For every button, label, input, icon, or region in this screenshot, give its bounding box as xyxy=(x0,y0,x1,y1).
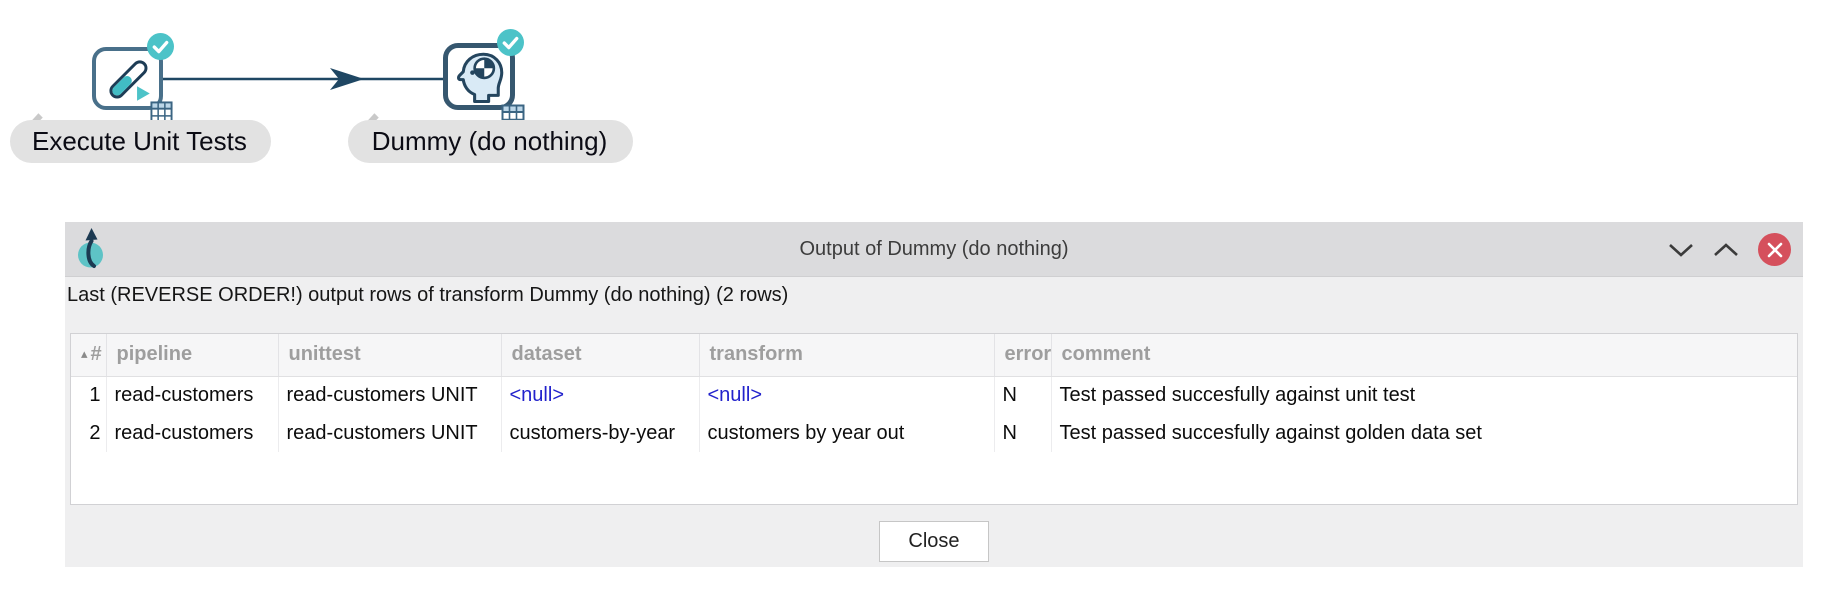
table-row[interactable]: 2 read-customers read-customers UNIT cus… xyxy=(71,414,1797,452)
hop-link-arrow[interactable] xyxy=(163,66,443,92)
close-dialog-button[interactable] xyxy=(1758,233,1791,266)
chevron-down-icon xyxy=(1668,242,1694,258)
close-icon xyxy=(1766,241,1784,259)
output-rows-table: ▴# pipeline unittest dataset transform e… xyxy=(70,333,1798,505)
pipeline-canvas: Execute Unit Tests Dummy (do nothing) xyxy=(0,0,1836,180)
transform-label-text: Dummy (do nothing) xyxy=(372,126,608,157)
sort-asc-icon: ▴ xyxy=(81,346,88,361)
column-header-rownum[interactable]: ▴# xyxy=(71,334,106,376)
cell-error: N xyxy=(994,376,1051,414)
cell-transform: <null> xyxy=(699,376,994,414)
table-header-row: ▴# pipeline unittest dataset transform e… xyxy=(71,334,1797,376)
dummy-head-icon xyxy=(451,49,507,105)
dialog-title: Output of Dummy (do nothing) xyxy=(65,222,1803,277)
cell-comment: Test passed succesfully against unit tes… xyxy=(1051,376,1797,414)
column-header-comment[interactable]: comment xyxy=(1051,334,1797,376)
maximize-button[interactable] xyxy=(1713,242,1739,258)
transform-label-execute-unit-tests[interactable]: Execute Unit Tests xyxy=(10,120,271,163)
transform-label-dummy[interactable]: Dummy (do nothing) xyxy=(348,120,633,163)
success-check-icon xyxy=(147,33,174,60)
cell-rownum: 1 xyxy=(71,376,106,414)
dialog-titlebar[interactable]: Output of Dummy (do nothing) xyxy=(65,222,1803,277)
transform-label-text: Execute Unit Tests xyxy=(32,126,247,157)
column-header-pipeline[interactable]: pipeline xyxy=(106,334,278,376)
cell-dataset: customers-by-year xyxy=(501,414,699,452)
cell-unittest: read-customers UNIT xyxy=(278,414,501,452)
column-header-transform[interactable]: transform xyxy=(699,334,994,376)
column-header-dataset[interactable]: dataset xyxy=(501,334,699,376)
cell-pipeline: read-customers xyxy=(106,414,278,452)
cell-unittest: read-customers UNIT xyxy=(278,376,501,414)
cell-pipeline: read-customers xyxy=(106,376,278,414)
column-header-unittest[interactable]: unittest xyxy=(278,334,501,376)
cell-dataset: <null> xyxy=(501,376,699,414)
table-row[interactable]: 1 read-customers read-customers UNIT <nu… xyxy=(71,376,1797,414)
cell-transform: customers by year out xyxy=(699,414,994,452)
minimize-button[interactable] xyxy=(1668,242,1694,258)
output-dialog: Output of Dummy (do nothing) Last (REVER… xyxy=(65,222,1803,567)
cell-error: N xyxy=(994,414,1051,452)
output-summary-text: Last (REVERSE ORDER!) output rows of tra… xyxy=(67,284,788,307)
close-button[interactable]: Close xyxy=(879,521,989,562)
column-header-error[interactable]: error xyxy=(994,334,1051,376)
cell-comment: Test passed succesfully against golden d… xyxy=(1051,414,1797,452)
success-check-icon xyxy=(497,29,524,56)
chevron-up-icon xyxy=(1713,242,1739,258)
cell-rownum: 2 xyxy=(71,414,106,452)
